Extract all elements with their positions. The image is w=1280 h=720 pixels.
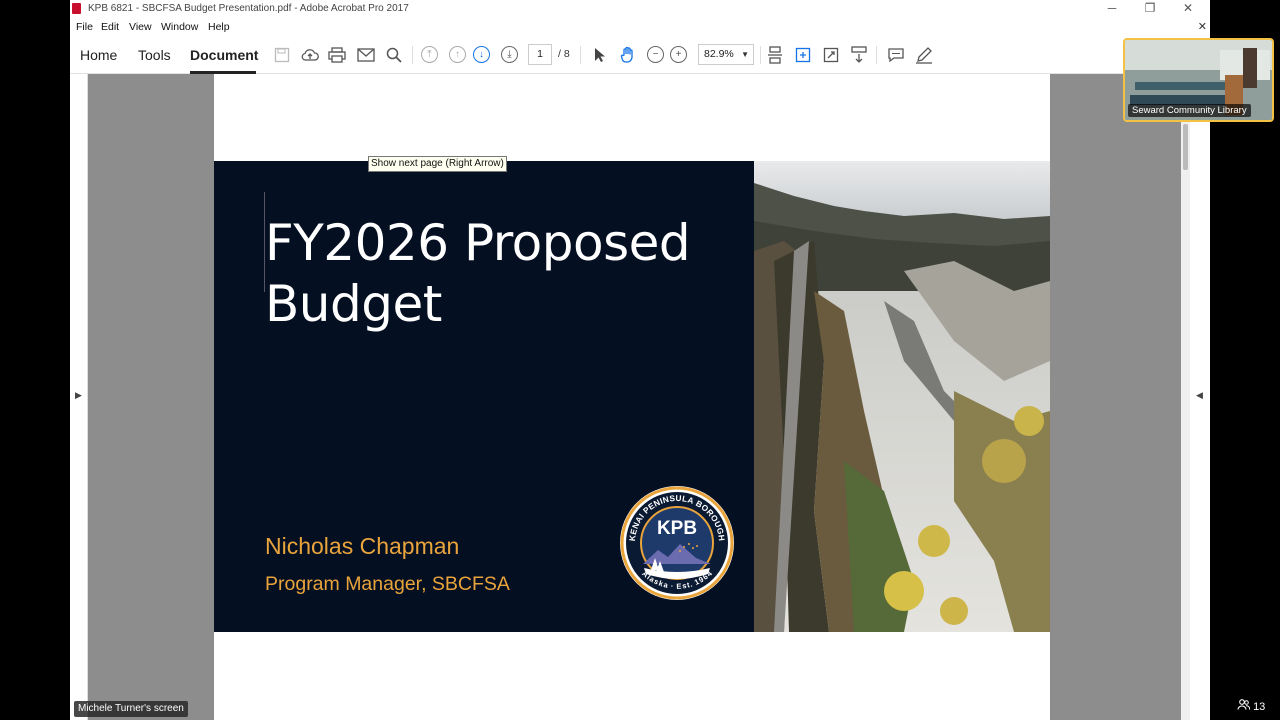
- print-icon[interactable]: [327, 45, 347, 65]
- previous-page-icon[interactable]: ↑: [449, 46, 466, 63]
- window-titlebar: KPB 6821 - SBCFSA Budget Presentation.pd…: [70, 0, 1210, 19]
- save-icon[interactable]: [272, 45, 292, 65]
- toolbar-separator: [412, 46, 413, 64]
- tab-document[interactable]: Document: [190, 47, 258, 63]
- menu-file[interactable]: File: [76, 21, 93, 33]
- hand-tool-icon[interactable]: [618, 45, 638, 65]
- left-panel-rail: ▶: [70, 74, 88, 720]
- participant-video-tile[interactable]: Seward Community Library: [1123, 38, 1274, 122]
- zoom-level-value: 82.9%: [704, 48, 734, 60]
- next-page-tooltip: Show next page (Right Arrow): [368, 156, 507, 172]
- minimize-button[interactable]: ─: [1102, 1, 1122, 15]
- read-mode-icon[interactable]: [849, 45, 869, 65]
- page-total: / 8: [558, 48, 570, 60]
- close-document-button[interactable]: ✕: [1198, 20, 1207, 33]
- restore-button[interactable]: ❐: [1140, 1, 1160, 15]
- acrobat-window: KPB 6821 - SBCFSA Budget Presentation.pd…: [70, 0, 1210, 720]
- video-participant-label: Seward Community Library: [1128, 104, 1251, 117]
- pdf-file-icon: [72, 3, 81, 14]
- pdf-page: FY2026 Proposed Budget Nicholas Chapman …: [214, 74, 1050, 720]
- email-icon[interactable]: [356, 45, 376, 65]
- select-cursor-icon[interactable]: [590, 45, 610, 65]
- upload-cloud-icon[interactable]: [300, 45, 320, 65]
- chevron-down-icon: ▼: [741, 50, 749, 59]
- participants-indicator[interactable]: 13: [1237, 699, 1265, 713]
- toolbar-separator: [580, 46, 581, 64]
- menu-help[interactable]: Help: [208, 21, 230, 33]
- participants-icon: [1237, 699, 1251, 710]
- zoom-level-select[interactable]: 82.9% ▼: [698, 44, 754, 65]
- menu-window[interactable]: Window: [161, 21, 198, 33]
- title-slide: FY2026 Proposed Budget Nicholas Chapman …: [214, 161, 1050, 632]
- zoom-in-icon[interactable]: +: [670, 46, 687, 63]
- logo-center-text: KPB: [657, 518, 697, 539]
- page-number-input[interactable]: 1: [528, 44, 552, 65]
- aerial-river-photo: [754, 161, 1050, 632]
- presenter-role: Program Manager, SBCFSA: [265, 573, 510, 595]
- last-page-icon[interactable]: ⤓: [501, 46, 518, 63]
- tab-tools[interactable]: Tools: [138, 47, 171, 63]
- slide-title: FY2026 Proposed Budget: [265, 214, 691, 333]
- document-viewport: FY2026 Proposed Budget Nicholas Chapman …: [88, 74, 1181, 720]
- full-screen-icon[interactable]: [821, 45, 841, 65]
- expand-right-panel-icon[interactable]: ◀: [1196, 390, 1203, 401]
- pen-highlight-icon[interactable]: [914, 45, 934, 65]
- vertical-scrollbar[interactable]: [1181, 74, 1190, 720]
- scrolling-mode-icon[interactable]: [765, 45, 785, 65]
- zoom-out-icon[interactable]: −: [647, 46, 664, 63]
- shared-screen-label: Michele Turner's screen: [74, 701, 188, 717]
- tab-home[interactable]: Home: [80, 47, 117, 63]
- menu-edit[interactable]: Edit: [101, 21, 119, 33]
- next-page-icon[interactable]: ↓: [473, 46, 490, 63]
- toolbar-separator: [760, 46, 761, 64]
- close-window-button[interactable]: ✕: [1178, 1, 1198, 15]
- menu-view[interactable]: View: [129, 21, 152, 33]
- menu-bar: File Edit View Window Help ✕: [70, 19, 1210, 36]
- presenter-name: Nicholas Chapman: [265, 533, 460, 559]
- toolbar: Home Tools Document ⤒ ↑ ↓ ⤓ 1 / 8 − + 82…: [70, 36, 1210, 74]
- search-icon[interactable]: [384, 45, 404, 65]
- fit-page-icon[interactable]: [793, 45, 813, 65]
- window-title: KPB 6821 - SBCFSA Budget Presentation.pd…: [88, 3, 409, 14]
- comment-icon[interactable]: [886, 45, 906, 65]
- participant-count: 13: [1253, 701, 1266, 713]
- kpb-logo: KPB KENAI PENINSULA BOROUGH Alaska · Est…: [620, 486, 734, 600]
- toolbar-separator: [876, 46, 877, 64]
- first-page-icon[interactable]: ⤒: [421, 46, 438, 63]
- expand-left-panel-icon[interactable]: ▶: [75, 390, 82, 401]
- right-panel-rail: ◀: [1190, 74, 1210, 720]
- scrollbar-thumb[interactable]: [1183, 124, 1188, 170]
